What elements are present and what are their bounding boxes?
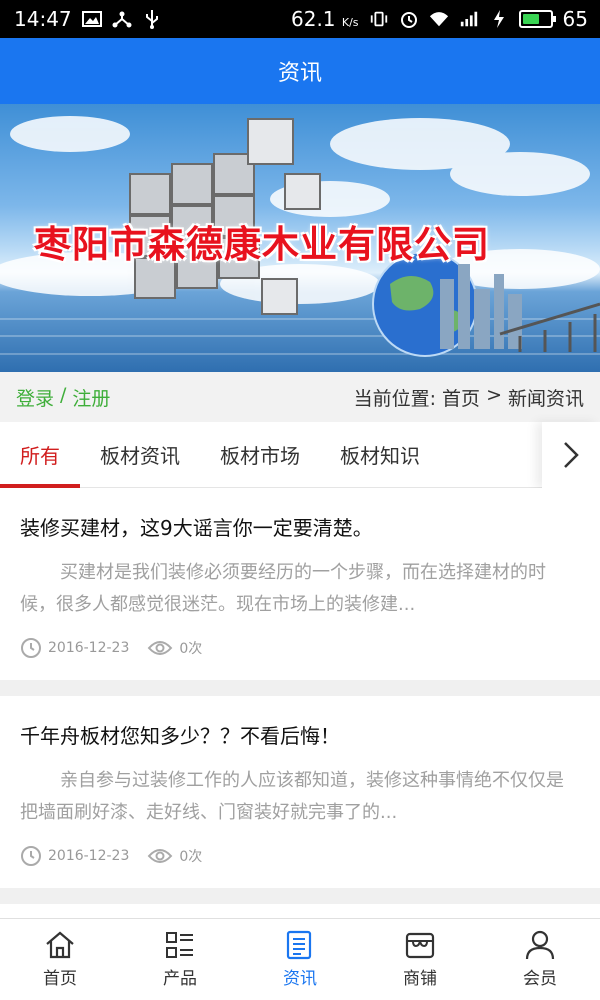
user-icon — [525, 930, 555, 960]
battery-fill — [522, 14, 540, 24]
article-item[interactable]: 装修买建材，这9大谣言你一定要清楚。 买建材是我们装修必须要经历的一个步骤，而在… — [0, 488, 600, 680]
register-link[interactable]: 注册 — [72, 384, 110, 411]
nav-shop-label: 商铺 — [403, 969, 437, 989]
share-icon — [112, 10, 132, 28]
shop-icon — [405, 932, 435, 959]
login-separator: / — [60, 383, 67, 406]
article-views-text: 0次 — [179, 849, 203, 865]
nav-home[interactable]: 首页 — [0, 919, 120, 1000]
article-meta: 2016-12-23 0次 — [20, 845, 580, 867]
article-views: 0次 — [147, 638, 202, 658]
status-bar: 14:47 62.1 K/s 65 — [0, 0, 600, 38]
breadcrumb-current: 新闻资讯 — [507, 387, 584, 410]
divider — [0, 680, 600, 696]
info-row: 登录 / 注册 当前位置: 首页 > 新闻资讯 — [0, 372, 600, 422]
tab-board-market-label: 板材市场 — [220, 444, 300, 468]
breadcrumb: 当前位置: 首页 > 新闻资讯 — [354, 384, 584, 411]
battery-icon — [518, 10, 556, 28]
login-register: 登录 / 注册 — [16, 384, 110, 411]
nav-products-label: 产品 — [163, 969, 197, 989]
status-bar-left: 14:47 — [14, 7, 162, 31]
article-date-text: 2016-12-23 — [48, 640, 130, 656]
nav-home-label: 首页 — [43, 969, 77, 989]
charging-icon — [489, 10, 509, 28]
nav-news-label: 资讯 — [283, 969, 317, 989]
tab-all-label: 所有 — [20, 444, 60, 468]
article-title[interactable]: 千年舟板材您知多少？？不看后悔！ — [20, 720, 580, 749]
article-date: 2016-12-23 — [20, 637, 129, 659]
nav-products[interactable]: 产品 — [120, 919, 240, 1000]
article-views-text: 0次 — [179, 641, 203, 657]
list-icon — [166, 932, 193, 958]
article-item[interactable]: 千年舟板材您知多少？？不看后悔！ 亲自参与过装修工作的人应该都知道，装修这种事情… — [0, 696, 600, 888]
image-icon — [81, 10, 102, 28]
news-icon — [286, 930, 312, 960]
article-meta: 2016-12-23 0次 — [20, 637, 580, 659]
location-label: 当前位置: — [353, 387, 437, 410]
alarm-icon — [399, 10, 419, 28]
battery-level: 65 — [562, 7, 588, 31]
vibrate-icon — [369, 10, 389, 28]
banner[interactable]: 枣阳市森德康木业有限公司 — [0, 104, 600, 372]
clock-icon — [21, 846, 41, 866]
tab-board-knowledge-label: 板材知识 — [340, 444, 420, 468]
article-date: 2016-12-23 — [20, 845, 129, 867]
breadcrumb-separator: > — [486, 383, 502, 406]
category-tabs: 所有 板材资讯 板材市场 板材知识 — [0, 422, 600, 488]
article-summary: 买建材是我们装修必须要经历的一个步骤，而在选择建材的时候，很多人都感觉很迷茫。现… — [20, 562, 546, 615]
tab-board-news-label: 板材资讯 — [100, 444, 180, 468]
clock-icon — [21, 638, 41, 658]
app-header: 资讯 — [0, 38, 600, 104]
eye-icon — [148, 641, 173, 655]
tabs-scroll-right-button[interactable] — [542, 422, 600, 488]
article-views: 0次 — [147, 846, 202, 866]
tab-board-market[interactable]: 板材市场 — [200, 422, 320, 488]
article-title[interactable]: 装修买建材，这9大谣言你一定要清楚。 — [20, 512, 580, 541]
chevron-right-icon — [564, 442, 579, 468]
login-link[interactable]: 登录 — [16, 384, 54, 411]
page-title: 资讯 — [277, 61, 322, 86]
tab-board-news[interactable]: 板材资讯 — [80, 422, 200, 488]
bottom-nav: 首页 产品 资讯 商铺 会员 — [0, 918, 600, 1000]
nav-member-label: 会员 — [523, 969, 557, 989]
home-icon — [46, 931, 74, 959]
signal-icon — [459, 10, 479, 28]
tab-all[interactable]: 所有 — [0, 422, 80, 488]
wifi-icon — [429, 10, 449, 28]
article-summary: 亲自参与过装修工作的人应该都知道，装修这种事情绝不仅仅是把墙面刷好漆、走好线、门… — [20, 770, 564, 823]
status-bar-right: 62.1 K/s 65 — [291, 7, 588, 31]
nav-member[interactable]: 会员 — [480, 919, 600, 1000]
network-speed: 62.1 K/s — [291, 7, 359, 31]
banner-company-name: 枣阳市森德康木业有限公司 — [34, 222, 490, 266]
nav-news[interactable]: 资讯 — [240, 919, 360, 1000]
usb-icon — [142, 10, 162, 29]
eye-icon — [148, 849, 173, 863]
clock: 14:47 — [14, 7, 72, 31]
tab-board-knowledge[interactable]: 板材知识 — [320, 422, 440, 488]
divider — [0, 888, 600, 904]
nav-shop[interactable]: 商铺 — [360, 919, 480, 1000]
article-date-text: 2016-12-23 — [48, 848, 130, 864]
breadcrumb-home[interactable]: 首页 — [442, 384, 480, 411]
